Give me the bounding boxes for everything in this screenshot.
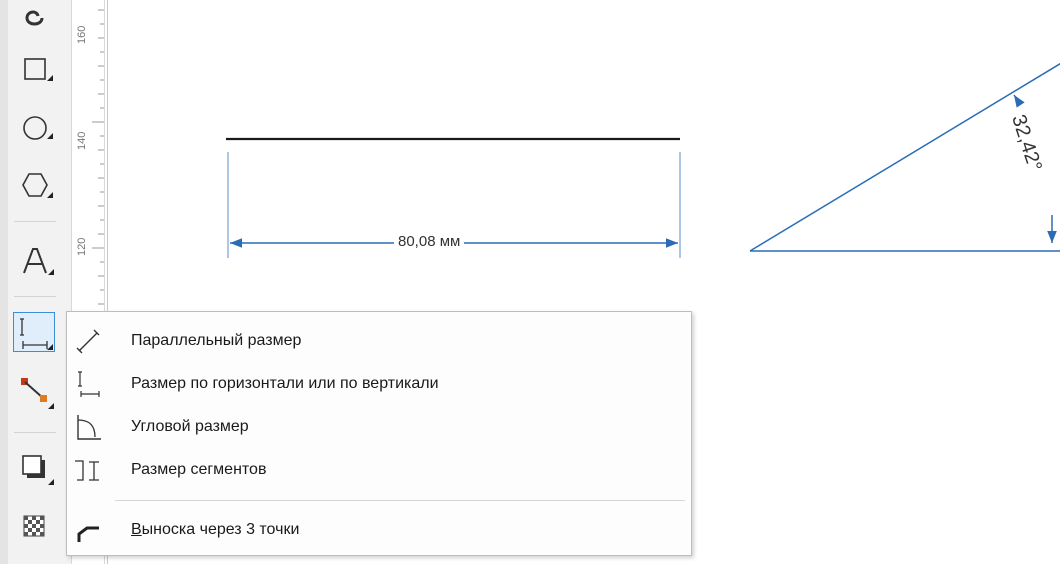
menu-item-label: Выноска через 3 точки [131, 521, 299, 539]
menu-item-label: Угловой размер [131, 418, 249, 435]
polygon-tool-icon [22, 173, 53, 198]
rectangle-tool[interactable] [13, 50, 55, 90]
menu-item-three-point-callout[interactable]: Выноска через 3 точки [67, 510, 691, 550]
dimension-flyout-menu: Параллельный размер Размер по горизонтал… [66, 311, 692, 556]
drop-shadow-tool-icon [22, 455, 54, 485]
toolbox-separator [14, 432, 56, 433]
ruler-label: 120 [76, 237, 88, 256]
menu-item-parallel-dimension[interactable]: Параллельный размер [67, 321, 691, 361]
spiral-tool-icon [25, 10, 44, 26]
toolbox-separator [14, 296, 56, 297]
menu-item-angular-dimension[interactable]: Угловой размер [67, 407, 691, 447]
parallel-dimension-icon [76, 329, 100, 354]
spiral-tool[interactable] [13, 0, 55, 34]
ruler-label: 140 [76, 131, 88, 150]
dimension-tool-icon [20, 318, 53, 350]
connector-tool-icon [21, 378, 54, 409]
menu-item-horizontal-vertical-dimension[interactable]: Размер по горизонтали или по вертикали [67, 364, 691, 404]
ellipse-tool[interactable] [13, 108, 55, 148]
toolbox [0, 0, 72, 564]
menu-item-label: Размер по горизонтали или по вертикали [131, 375, 439, 392]
transparency-tool[interactable] [13, 506, 55, 546]
connector-tool[interactable] [13, 372, 55, 412]
polygon-tool[interactable] [13, 164, 55, 204]
ruler-label: 160 [76, 25, 88, 44]
menu-item-access-key: В [131, 521, 142, 538]
ellipse-tool-icon [23, 116, 53, 140]
toolbox-separator [14, 221, 56, 222]
menu-item-label: Размер сегментов [131, 461, 267, 478]
menu-item-label-rest: ыноска через 3 точки [141, 521, 300, 538]
angular-dimension-arrow-top [1013, 94, 1025, 108]
rectangle-tool-icon [24, 58, 53, 81]
text-tool[interactable] [13, 240, 55, 280]
angular-dimension-icon [77, 415, 101, 440]
menu-item-label: Параллельный размер [131, 332, 302, 349]
drop-shadow-tool[interactable] [13, 448, 55, 488]
horizontal-vertical-dimension-icon [78, 371, 100, 397]
linear-dimension-text: 80,08 мм [394, 233, 465, 250]
three-point-callout-icon [77, 526, 99, 542]
text-tool-icon [23, 248, 54, 275]
dimension-tool[interactable] [13, 312, 55, 352]
angle-slanted-line[interactable] [749, 62, 1060, 252]
menu-item-segment-dimension[interactable]: Размер сегментов [67, 450, 691, 490]
transparency-tool-icon [23, 515, 45, 537]
menu-separator [115, 500, 685, 501]
segment-dimension-icon [75, 460, 99, 481]
